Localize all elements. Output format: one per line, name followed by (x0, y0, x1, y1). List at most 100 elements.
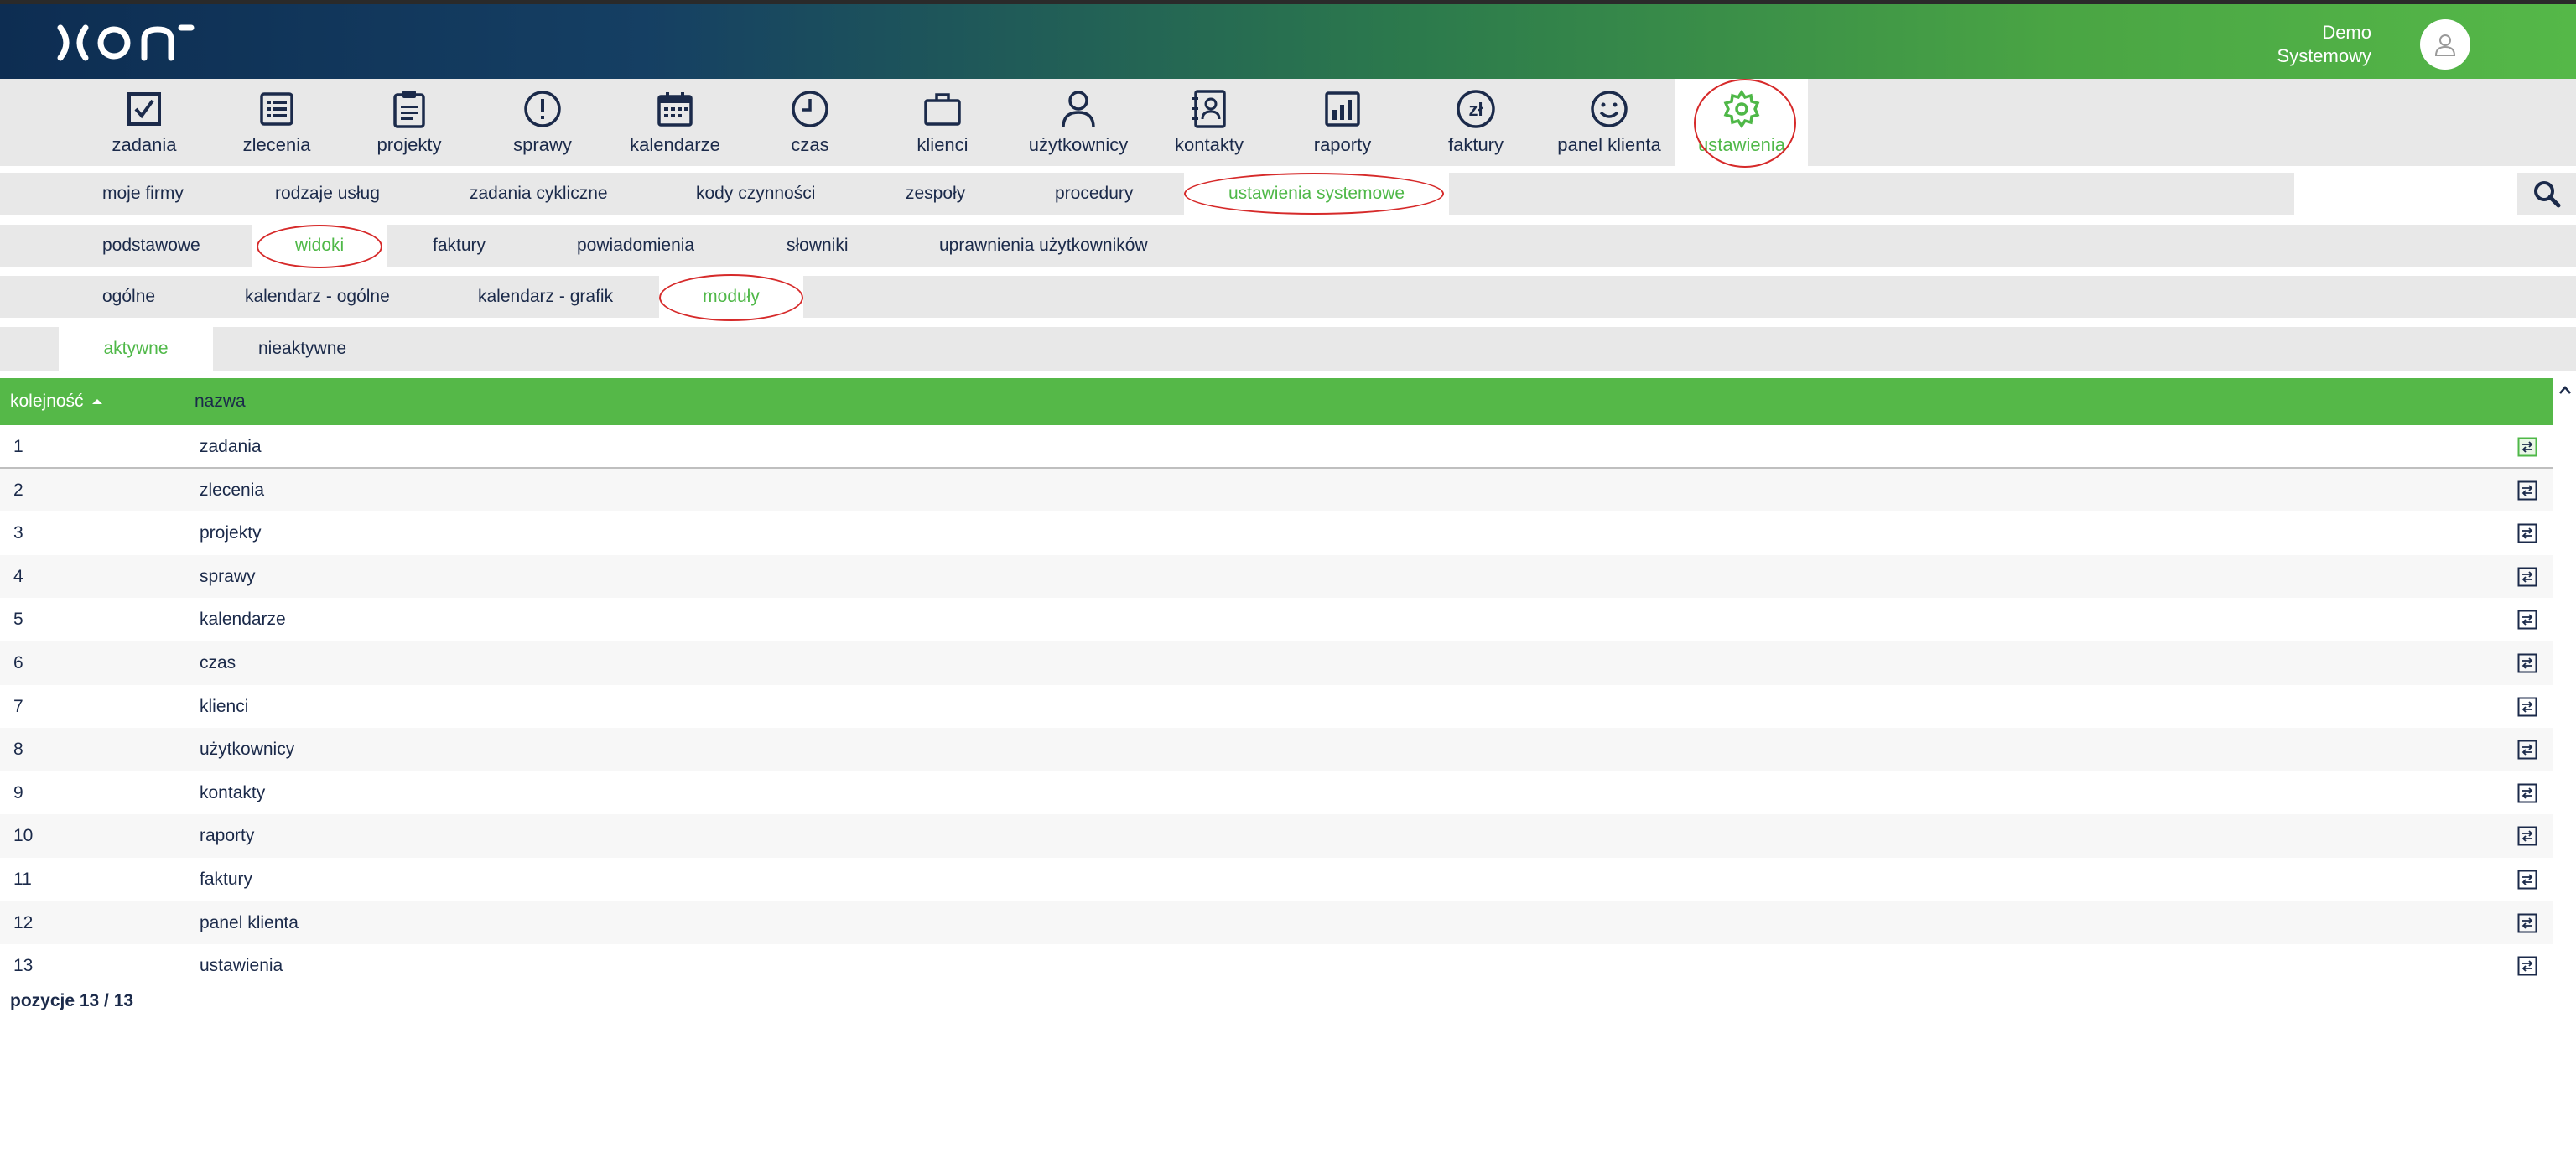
reorder-icon[interactable] (2517, 437, 2537, 457)
reorder-icon[interactable] (2517, 870, 2537, 890)
reorder-icon[interactable] (2517, 480, 2537, 501)
cell-order: 11 (13, 869, 32, 889)
cell-name: projekty (200, 523, 262, 543)
exclamation-icon (524, 91, 561, 127)
reorder-icon[interactable] (2517, 567, 2537, 587)
nav-item-projekty[interactable]: projekty (367, 79, 451, 166)
scrollbar[interactable] (2553, 378, 2576, 1158)
user-first-name: Demo (2322, 22, 2371, 43)
subnav-item-kalendarz-ogolne[interactable]: kalendarz - ogólne (245, 276, 390, 318)
subnav-item-zadania-cykliczne[interactable]: zadania cykliczne (470, 173, 608, 215)
nav-item-klienci[interactable]: klienci (901, 79, 984, 166)
checkbox-icon (127, 92, 161, 126)
cell-order: 4 (13, 566, 23, 586)
nav-item-sprawy[interactable]: sprawy (501, 79, 584, 166)
reorder-icon[interactable] (2517, 826, 2537, 846)
table-row[interactable]: 10 raporty (0, 814, 2553, 858)
search-icon (2534, 181, 2561, 208)
cell-name: kalendarze (200, 610, 286, 630)
reorder-icon[interactable] (2517, 610, 2537, 630)
search-input[interactable] (2294, 173, 2517, 215)
nav-label: zlecenia (242, 134, 311, 155)
nav-item-zlecenia[interactable]: zlecenia (235, 79, 319, 166)
gear-icon (1723, 89, 1760, 129)
nav-item-kalendarze[interactable]: kalendarze (629, 79, 721, 166)
nav-item-zadania[interactable]: zadania (102, 79, 186, 166)
nav-item-kontakty[interactable]: kontakty (1167, 79, 1251, 166)
clock-icon (792, 91, 828, 127)
table-row[interactable]: 3 projekty (0, 511, 2553, 555)
table-row[interactable]: 11 faktury (0, 858, 2553, 901)
table-row[interactable]: 5 kalendarze (0, 598, 2553, 641)
reorder-icon[interactable] (2517, 697, 2537, 717)
table-row[interactable]: 7 klienci (0, 685, 2553, 729)
reorder-icon[interactable] (2517, 783, 2537, 803)
tab-aktywne[interactable]: aktywne (59, 327, 213, 371)
table-body: 1 zadania 2 zlecenia 3 projekty 4 sprawy 5 kalend… (0, 425, 2553, 988)
column-header-kolejnosc[interactable]: kolejność (10, 378, 103, 425)
cell-name: panel klienta (200, 912, 299, 932)
table-row[interactable]: 1 zadania (0, 425, 2553, 469)
column-header-label: kolejność (10, 392, 84, 411)
subnav-item-moje-firmy[interactable]: moje firmy (102, 173, 184, 215)
subnav-settings: moje firmy rodzaje usług zadania cyklicz… (0, 173, 2576, 215)
cell-order: 3 (13, 523, 23, 543)
nav-label: kalendarze (630, 134, 720, 155)
subnav-item-uprawnienia-uzytkownikow[interactable]: uprawnienia użytkowników (939, 225, 1148, 267)
cell-order: 12 (13, 912, 34, 932)
cell-name: czas (200, 652, 236, 672)
cell-order: 1 (13, 437, 23, 456)
cell-order: 7 (13, 696, 23, 716)
reorder-icon[interactable] (2517, 653, 2537, 673)
subnav-item-rodzaje-uslug[interactable]: rodzaje usług (275, 173, 380, 215)
nav-item-panel-klienta[interactable]: panel klienta (1551, 79, 1667, 166)
reorder-icon[interactable] (2517, 913, 2537, 933)
app-logo[interactable] (55, 23, 196, 63)
table-row[interactable]: 6 czas (0, 641, 2553, 685)
table-row[interactable]: 4 sprawy (0, 554, 2553, 599)
subnav-item-faktury[interactable]: faktury (433, 225, 486, 267)
nav-label: faktury (1447, 134, 1504, 155)
nav-label: użytkownicy (1028, 134, 1129, 155)
reorder-icon[interactable] (2517, 740, 2537, 760)
nav-item-ustawienia[interactable]: ustawienia (1675, 79, 1808, 166)
nav-item-raporty[interactable]: raporty (1301, 79, 1384, 166)
list-icon (260, 92, 293, 126)
subnav-item-slowniki[interactable]: słowniki (787, 225, 849, 267)
tab-nieaktywne[interactable]: nieaktywne (258, 327, 346, 371)
reorder-icon[interactable] (2517, 956, 2537, 976)
search-button[interactable] (2517, 173, 2576, 215)
subnav-item-widoki[interactable]: widoki (252, 225, 387, 267)
subnav-item-procedury[interactable]: procedury (1055, 173, 1133, 215)
subnav-item-kody-czynnosci[interactable]: kody czynności (696, 173, 815, 215)
column-header-nazwa[interactable]: nazwa (195, 378, 246, 425)
subnav-item-zespoly[interactable]: zespoły (906, 173, 965, 215)
subnav-item-podstawowe[interactable]: podstawowe (102, 225, 200, 267)
nav-item-czas[interactable]: czas (768, 79, 852, 166)
calendar-icon (657, 92, 693, 127)
pagination-count: pozycje 13 / 13 (10, 991, 134, 1010)
subnav-item-powiadomienia[interactable]: powiadomienia (577, 225, 694, 267)
scroll-up-icon[interactable] (2558, 385, 2572, 395)
nav-item-faktury[interactable]: zł faktury (1434, 79, 1518, 166)
cell-name: ustawienia (200, 956, 283, 976)
reorder-icon[interactable] (2517, 523, 2537, 543)
table-row[interactable]: 8 użytkownicy (0, 728, 2553, 771)
subnav-item-ustawienia-systemowe[interactable]: ustawienia systemowe (1184, 173, 1449, 215)
nav-label: kontakty (1175, 134, 1244, 155)
table-row[interactable]: 2 zlecenia (0, 468, 2553, 512)
user-name[interactable]: Demo Systemowy (2277, 21, 2371, 68)
table-row[interactable]: 13 ustawienia (0, 944, 2553, 988)
cell-order: 5 (13, 610, 23, 630)
subnav-item-ogolne[interactable]: ogólne (102, 276, 155, 318)
avatar[interactable] (2420, 19, 2470, 70)
subnav-item-kalendarz-grafik[interactable]: kalendarz - grafik (478, 276, 613, 318)
nav-label: panel klienta (1557, 134, 1661, 155)
table-row[interactable]: 12 panel klienta (0, 901, 2553, 945)
cell-name: raporty (200, 826, 255, 846)
table-row[interactable]: 9 kontakty (0, 771, 2553, 815)
nav-item-uzytkownicy[interactable]: użytkownicy (1020, 79, 1137, 166)
modules-table: kolejność nazwa 1 zadania 2 zlecenia 3 projek… (0, 378, 2553, 988)
subnav-item-moduly[interactable]: moduły (659, 276, 803, 318)
zloty-icon: zł (1457, 90, 1495, 128)
